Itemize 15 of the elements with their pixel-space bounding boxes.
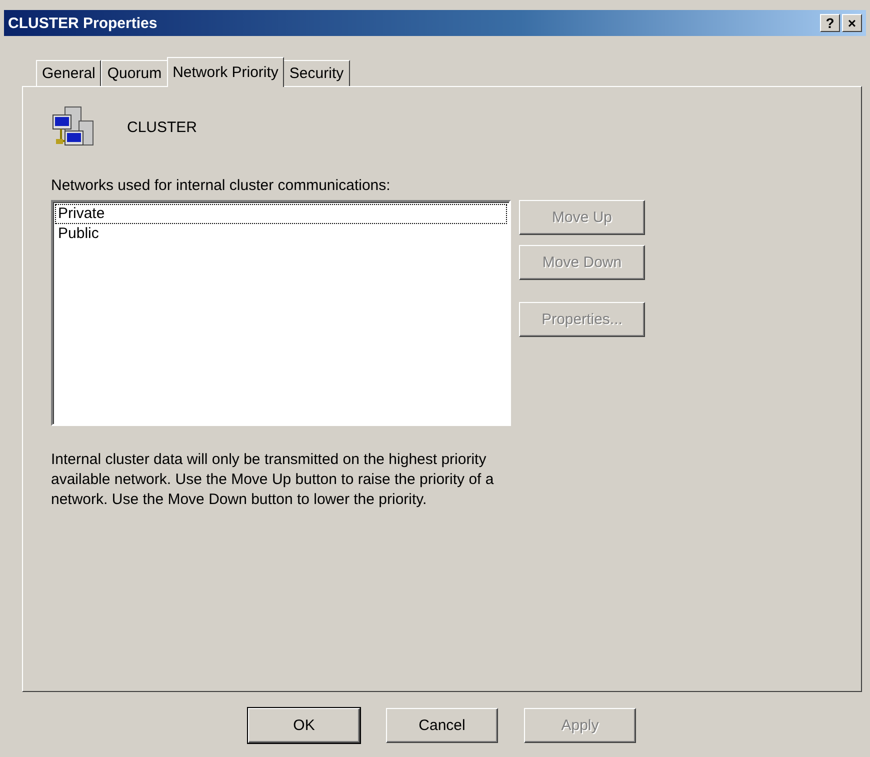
cluster-name: CLUSTER <box>127 118 198 136</box>
tab[interactable]: General <box>36 60 102 86</box>
dialog-button[interactable]: Cancel <box>386 708 498 743</box>
tab[interactable]: Security <box>283 60 350 86</box>
window-title: CLUSTER Properties <box>8 14 158 32</box>
help-button[interactable]: ? <box>820 14 840 32</box>
tab[interactable]: Network Priority <box>166 57 284 87</box>
description-text: Internal cluster data will only be transmitted on the highest priority available network. Use the Move Up button to raise the priority of a network. Use the Move Down button to lower the priority. <box>51 450 495 510</box>
networks-list[interactable]: Private Public <box>51 200 511 426</box>
close-button[interactable]: × <box>842 14 862 32</box>
tab[interactable]: Quorum <box>101 60 168 86</box>
dialog-button[interactable]: OK <box>248 708 360 743</box>
list-item[interactable]: Private <box>55 204 507 224</box>
networks-label: Networks used for internal cluster communications: <box>51 177 392 194</box>
list-item[interactable]: Public <box>55 224 507 244</box>
